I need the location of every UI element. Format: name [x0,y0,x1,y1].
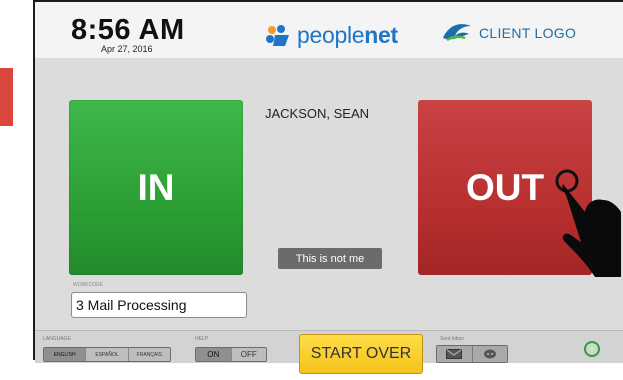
left-margin [0,0,33,380]
language-option-espanol[interactable]: ESPAÑOL [86,348,129,361]
clock-date: Apr 27, 2016 [101,44,153,54]
peoplenet-logo-icon [263,24,293,48]
timeclock-kiosk: 8:56 AM Apr 27, 2016 peoplenet CLIENT LO… [33,0,623,374]
language-selector: ENGLISH ESPAÑOL FRANÇAIS [43,347,171,362]
help-label: HELP [195,336,209,342]
message-button[interactable] [472,346,507,362]
punch-in-button[interactable]: IN [69,100,243,275]
mail-button[interactable] [437,346,473,362]
messages-group [436,345,508,363]
left-edge-accent [0,68,13,126]
client-logo-text: CLIENT LOGO [479,25,577,41]
language-label: LANGUAGE [43,336,71,342]
pointing-hand-icon [555,169,621,277]
messages-label: Sent Inbox [440,336,464,342]
brand-suffix: net [364,22,398,48]
not-me-button[interactable]: This is not me [278,248,382,269]
chat-bubble-icon [483,349,496,359]
status-ring-icon [584,341,600,357]
peoplenet-logo: peoplenet [263,22,398,49]
client-bird-logo-icon [443,24,471,42]
help-off-option[interactable]: OFF [231,348,266,361]
language-option-english[interactable]: ENGLISH [44,348,87,361]
header-bar: 8:56 AM Apr 27, 2016 peoplenet CLIENT LO… [35,2,623,58]
client-logo: CLIENT LOGO [441,20,576,46]
punch-in-label: IN [137,166,175,208]
language-option-francais[interactable]: FRANÇAIS [128,348,170,361]
help-on-option[interactable]: ON [196,348,232,361]
envelope-icon [446,349,463,359]
employee-name: JACKSON, SEAN [265,106,370,121]
help-toggle: ON OFF [195,347,267,362]
brand-prefix: people [297,22,365,48]
start-over-button[interactable]: START OVER [299,334,423,374]
punch-out-label: OUT [465,166,545,208]
clock-time: 8:56 AM [71,14,185,46]
workcode-label: WORKCODE [73,282,103,288]
workcode-field[interactable]: 3 Mail Processing [71,292,247,318]
brand-name: peoplenet [297,22,398,49]
